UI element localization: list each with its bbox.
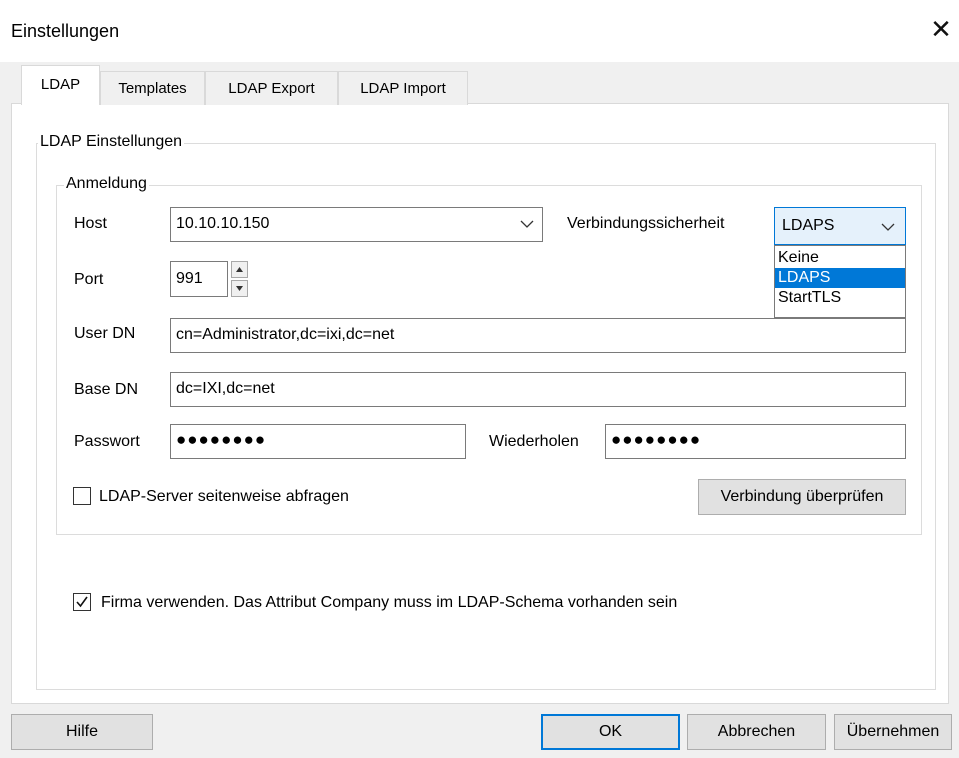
- chevron-down-icon[interactable]: [881, 222, 895, 232]
- host-value: 10.10.10.150: [176, 215, 270, 232]
- tab-label: Templates: [118, 80, 187, 97]
- security-option-ldaps[interactable]: LDAPS: [775, 268, 905, 288]
- cancel-label: Abbrechen: [717, 723, 796, 740]
- basedn-input[interactable]: dc=IXI,dc=net: [170, 372, 906, 407]
- tab-ldap-export[interactable]: LDAP Export: [205, 71, 338, 105]
- help-label: Hilfe: [65, 723, 98, 740]
- basedn-label: Base DN: [74, 381, 139, 398]
- help-button[interactable]: Hilfe: [11, 714, 153, 750]
- security-label: Verbindungssicherheit: [567, 215, 725, 232]
- tab-templates[interactable]: Templates: [100, 71, 205, 105]
- ldap-settings-group-label: LDAP Einstellungen: [38, 133, 185, 151]
- test-connection-button[interactable]: Verbindung überprüfen: [698, 479, 906, 515]
- title-bar: [0, 0, 959, 62]
- test-connection-label: Verbindung überprüfen: [720, 488, 884, 505]
- userdn-label: User DN: [74, 325, 136, 342]
- port-spin-down-button[interactable]: [231, 280, 248, 297]
- apply-button[interactable]: Übernehmen: [834, 714, 952, 750]
- port-value: 991: [176, 270, 203, 287]
- port-input[interactable]: 991: [170, 261, 228, 297]
- ok-button[interactable]: OK: [541, 714, 680, 750]
- repeat-password-input[interactable]: ●●●●●●●●: [605, 424, 906, 459]
- repeat-value: ●●●●●●●●: [611, 430, 702, 449]
- security-option-keine[interactable]: Keine: [775, 248, 905, 268]
- repeat-label: Wiederholen: [489, 433, 579, 450]
- ok-label: OK: [598, 723, 623, 740]
- chevron-down-icon[interactable]: [520, 219, 534, 229]
- security-value: LDAPS: [782, 217, 835, 234]
- password-input[interactable]: ●●●●●●●●: [170, 424, 466, 459]
- port-spin-up-button[interactable]: [231, 261, 248, 278]
- password-label: Passwort: [74, 433, 140, 450]
- apply-label: Übernehmen: [846, 723, 940, 740]
- basedn-value: dc=IXI,dc=net: [176, 380, 275, 397]
- port-label: Port: [74, 271, 104, 288]
- arrow-up-icon: [236, 267, 243, 272]
- host-combobox[interactable]: 10.10.10.150: [170, 207, 543, 242]
- tab-ldap[interactable]: LDAP: [21, 65, 100, 105]
- arrow-down-icon: [236, 286, 243, 291]
- tab-label: LDAP Export: [228, 80, 315, 97]
- tab-ldap-import[interactable]: LDAP Import: [338, 71, 468, 105]
- userdn-input[interactable]: cn=Administrator,dc=ixi,dc=net: [170, 318, 906, 353]
- checkmark-icon: [76, 596, 88, 608]
- security-option-starttls[interactable]: StartTLS: [775, 288, 905, 308]
- close-icon[interactable]: ✕: [929, 17, 953, 43]
- paging-checkbox[interactable]: [73, 487, 91, 505]
- password-value: ●●●●●●●●: [176, 430, 267, 449]
- security-dropdown-list: Keine LDAPS StartTLS: [774, 245, 906, 318]
- userdn-value: cn=Administrator,dc=ixi,dc=net: [176, 326, 395, 343]
- tab-label: LDAP: [40, 76, 81, 93]
- host-label: Host: [74, 215, 107, 232]
- cancel-button[interactable]: Abbrechen: [687, 714, 826, 750]
- company-label: Firma verwenden. Das Attribut Company mu…: [101, 594, 678, 611]
- login-group-label: Anmeldung: [64, 175, 149, 193]
- company-checkbox[interactable]: [73, 593, 91, 611]
- tab-label: LDAP Import: [360, 80, 446, 97]
- paging-label: LDAP-Server seitenweise abfragen: [99, 488, 349, 505]
- window-title: Einstellungen: [11, 21, 120, 41]
